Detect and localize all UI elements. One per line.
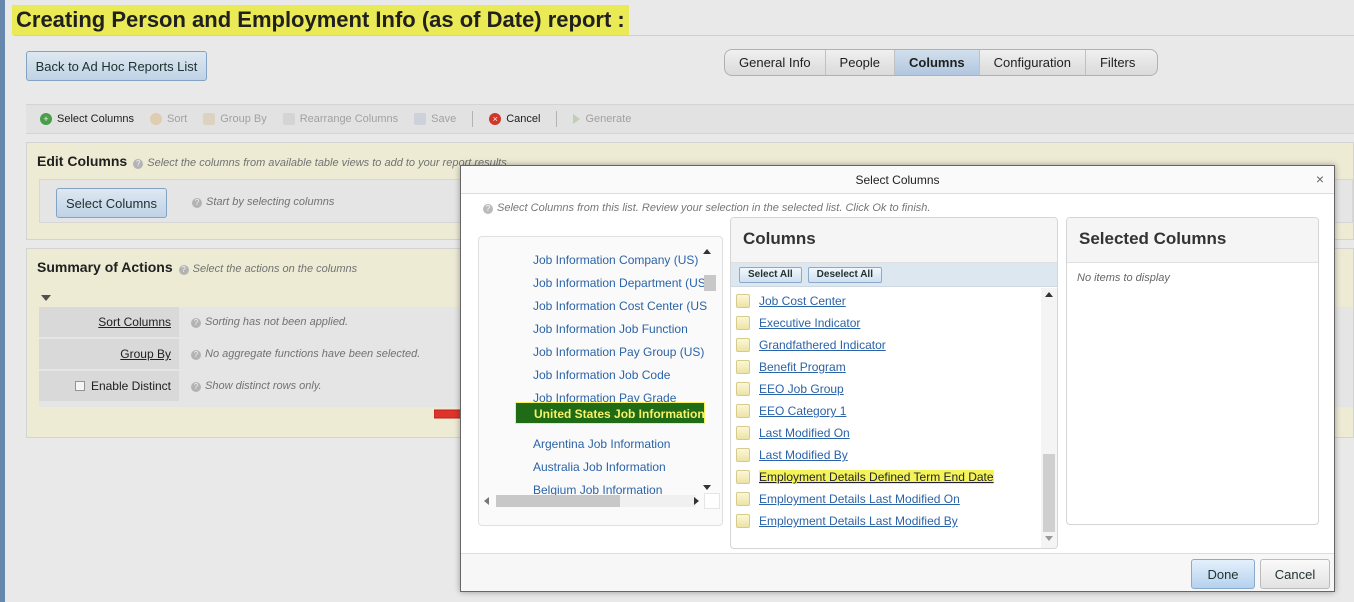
help-icon: ? bbox=[483, 204, 493, 214]
column-link[interactable]: Grandfathered Indicator bbox=[759, 338, 886, 352]
scroll-up-icon[interactable] bbox=[1045, 292, 1053, 297]
columns-scrollbar-thumb[interactable] bbox=[1043, 454, 1055, 532]
column-link[interactable]: Employment Details Last Modified On bbox=[759, 492, 960, 506]
scroll-left-icon[interactable] bbox=[484, 497, 489, 505]
done-button[interactable]: Done bbox=[1191, 559, 1255, 589]
columns-list: Job Cost Center Executive Indicator Gran… bbox=[731, 288, 1041, 548]
column-checkbox[interactable] bbox=[736, 470, 750, 484]
column-link[interactable]: Employment Details Defined Term End Date bbox=[759, 470, 994, 484]
view-item[interactable]: Australia Job Information bbox=[533, 460, 666, 474]
table-views-list: Job Information Company (US) Job Informa… bbox=[478, 236, 723, 526]
column-checkbox[interactable] bbox=[736, 448, 750, 462]
column-checkbox[interactable] bbox=[736, 426, 750, 440]
column-checkbox[interactable] bbox=[736, 404, 750, 418]
horizontal-scrollbar-thumb[interactable] bbox=[496, 495, 620, 507]
scroll-down-icon[interactable] bbox=[703, 485, 711, 490]
view-item[interactable]: Argentina Job Information bbox=[533, 437, 670, 451]
view-item[interactable]: Job Information Job Function bbox=[533, 322, 688, 336]
column-checkbox[interactable] bbox=[736, 382, 750, 396]
select-columns-dialog: Select Columns × ? Select Columns from th… bbox=[460, 165, 1335, 592]
dialog-title: Select Columns bbox=[461, 166, 1334, 194]
selected-columns-panel: Selected Columns No items to display bbox=[1066, 217, 1319, 525]
column-link[interactable]: Last Modified By bbox=[759, 448, 848, 462]
view-item-selected[interactable]: United States Job Information bbox=[515, 402, 705, 424]
columns-title: Columns bbox=[731, 218, 1057, 263]
horizontal-scrollbar[interactable] bbox=[484, 495, 699, 507]
column-link[interactable]: EEO Job Group bbox=[759, 382, 844, 396]
column-checkbox[interactable] bbox=[736, 294, 750, 308]
column-link[interactable]: Employment Details Last Modified By bbox=[759, 514, 958, 528]
view-item[interactable]: Job Information Company (US) bbox=[533, 253, 698, 267]
column-link[interactable]: Benefit Program bbox=[759, 360, 846, 374]
view-item[interactable]: Job Information Cost Center (US bbox=[533, 299, 707, 313]
selected-columns-title: Selected Columns bbox=[1067, 218, 1318, 263]
dialog-footer: Done Cancel bbox=[461, 553, 1334, 591]
scroll-up-icon[interactable] bbox=[703, 249, 711, 254]
column-link[interactable]: Last Modified On bbox=[759, 426, 850, 440]
selected-empty-message: No items to display bbox=[1077, 272, 1170, 284]
list-item: EEO Category 1 bbox=[731, 400, 1041, 422]
column-checkbox[interactable] bbox=[736, 316, 750, 330]
list-item: Executive Indicator bbox=[731, 312, 1041, 334]
columns-actions: Select All Deselect All bbox=[731, 263, 1057, 287]
scrollbar-corner bbox=[704, 493, 720, 509]
dialog-hint: ? Select Columns from this list. Review y… bbox=[483, 202, 930, 214]
select-all-button[interactable]: Select All bbox=[739, 266, 802, 283]
list-item: EEO Job Group bbox=[731, 378, 1041, 400]
list-item: Last Modified By bbox=[731, 444, 1041, 466]
column-link[interactable]: Executive Indicator bbox=[759, 316, 860, 330]
view-item[interactable]: Job Information Job Code bbox=[533, 368, 670, 382]
close-icon[interactable]: × bbox=[1316, 171, 1324, 187]
list-item: Employment Details Last Modified On bbox=[731, 488, 1041, 510]
column-checkbox[interactable] bbox=[736, 338, 750, 352]
scroll-right-icon[interactable] bbox=[694, 497, 699, 505]
list-item: Last Modified On bbox=[731, 422, 1041, 444]
column-link[interactable]: EEO Category 1 bbox=[759, 404, 846, 418]
vertical-scrollbar-thumb[interactable] bbox=[704, 275, 716, 291]
list-item: Benefit Program bbox=[731, 356, 1041, 378]
dialog-hint-text: Select Columns from this list. Review yo… bbox=[497, 202, 931, 214]
deselect-all-button[interactable]: Deselect All bbox=[807, 266, 882, 283]
view-item[interactable]: Job Information Pay Group (US) bbox=[533, 345, 704, 359]
list-item: Job Cost Center bbox=[731, 290, 1041, 312]
columns-scrollbar[interactable] bbox=[1041, 288, 1057, 548]
column-checkbox[interactable] bbox=[736, 492, 750, 506]
list-item: Employment Details Last Modified By bbox=[731, 510, 1041, 532]
column-checkbox[interactable] bbox=[736, 514, 750, 528]
columns-panel: Columns Select All Deselect All Job Cost… bbox=[730, 217, 1058, 549]
column-link[interactable]: Job Cost Center bbox=[759, 294, 846, 308]
list-item: Grandfathered Indicator bbox=[731, 334, 1041, 356]
cancel-button[interactable]: Cancel bbox=[1260, 559, 1330, 589]
column-checkbox[interactable] bbox=[736, 360, 750, 374]
scroll-down-icon[interactable] bbox=[1045, 536, 1053, 541]
view-item[interactable]: Job Information Department (US bbox=[533, 276, 706, 290]
list-item-highlighted: Employment Details Defined Term End Date bbox=[731, 466, 1041, 488]
